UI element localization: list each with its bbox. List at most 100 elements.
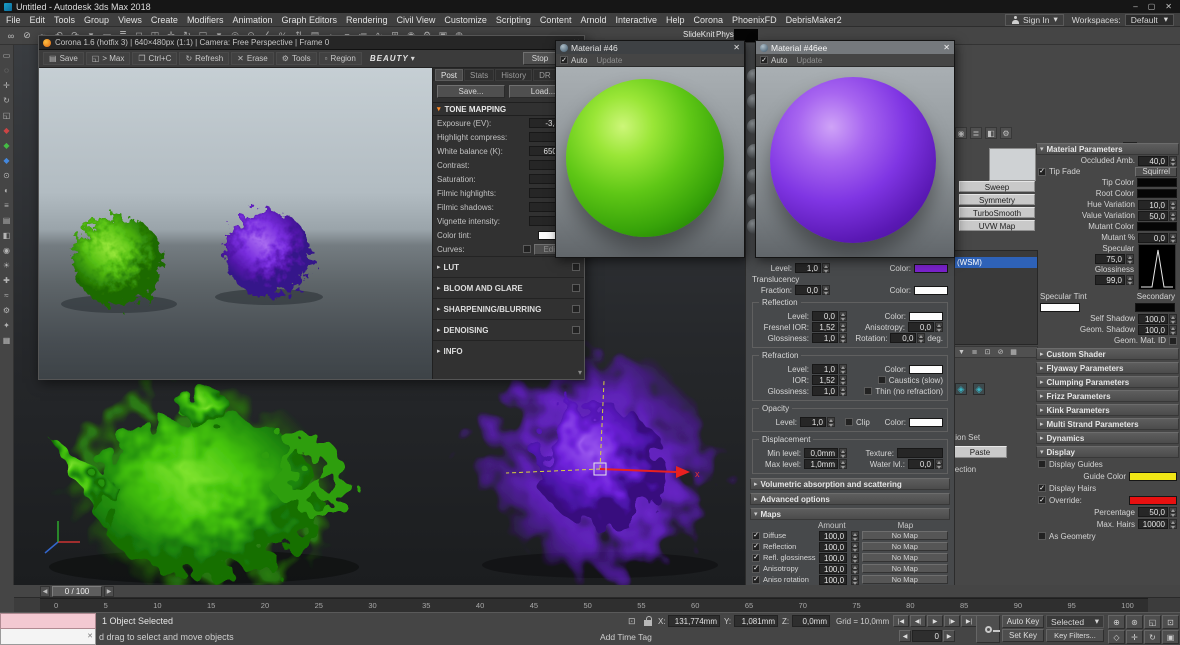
erase-icon[interactable]: ✕Erase [231,52,274,65]
unlink-selection-icon[interactable]: ⊘ [20,29,34,43]
close-icon[interactable] [87,632,93,640]
map-enable-checkbox[interactable] [752,532,760,540]
as-geometry-checkbox[interactable] [1038,532,1046,540]
secondary-swatch[interactable] [1135,303,1175,312]
menu-item[interactable]: Group [84,15,109,25]
min-level-field[interactable]: 0,0mm [804,448,838,458]
vfb-tab[interactable]: History [495,69,532,81]
refr-level-field[interactable]: 1,0 [812,364,838,374]
clip-checkbox[interactable] [845,418,853,426]
map-enable-checkbox[interactable] [752,565,760,573]
left-scale-icon[interactable]: ◱ [1,110,12,121]
zoom-extents-icon[interactable]: ◱ [1144,615,1161,629]
opacity-color-swatch[interactable] [909,418,943,427]
map-amount-field[interactable]: 100,0 [819,531,848,541]
display-guides-checkbox[interactable] [1038,460,1046,468]
next-frame-arrow[interactable]: ▶ [104,586,114,597]
water-level-field[interactable]: 0,0 [908,459,934,469]
rotation-field[interactable]: 0,0 [890,333,916,343]
refl-glossiness-field[interactable]: 1,0 [812,333,838,343]
object-color-box[interactable] [989,148,1036,181]
map-amount-field[interactable]: 100,0 [819,564,848,574]
rollout-header[interactable]: Custom Shader [1036,348,1179,360]
menu-item[interactable]: Graph Editors [281,15,337,25]
time-slider-track[interactable]: ◀ 0 / 100 ▶ [14,585,1180,598]
menu-item[interactable]: File [6,15,21,25]
map-amount-field[interactable]: 100,0 [819,542,848,552]
rollout-display[interactable]: Display [1036,446,1179,458]
glossiness-field[interactable]: 99,0 [1095,275,1125,285]
select-and-link-icon[interactable]: ∞ [4,29,18,43]
left-align-icon[interactable]: ≡ [1,200,12,211]
rollout-maps[interactable]: Maps [750,508,950,520]
map-slot-button[interactable]: No Map [862,575,948,584]
menu-item[interactable]: Customize [444,15,487,25]
menu-item[interactable]: Create [151,15,178,25]
left-select-icon[interactable]: ▭ [1,50,12,61]
paste-button[interactable]: Paste [953,446,1007,458]
left-mirror-icon[interactable]: ◐ [1,185,12,196]
left-utilities-icon[interactable]: ✦ [1,320,12,331]
pin-icon[interactable]: ◉ [955,127,967,139]
menu-item[interactable]: Animation [232,15,272,25]
gear-icon[interactable]: ⚙ [1000,127,1012,139]
vfb-section-header[interactable]: SHARPENING/BLURRING [433,298,584,319]
panel-icon-1[interactable]: ◈ [955,383,967,395]
max-level-field[interactable]: 1,0mm [804,459,838,469]
field-of-view-icon[interactable]: ◇ [1108,630,1125,644]
geom-mat-id-checkbox[interactable] [1169,337,1177,345]
map-amount-field[interactable]: 100,0 [819,553,848,563]
remove-modifier-icon[interactable]: ⊘ [995,347,1006,357]
menu-item[interactable]: Tools [54,15,75,25]
percentage-field[interactable]: 50,0 [1138,507,1168,517]
left-helpers-icon[interactable]: ✚ [1,275,12,286]
set-keys-button[interactable] [976,615,1000,643]
modifier-button[interactable]: Sweep [959,181,1035,192]
close-icon[interactable] [943,43,950,52]
vfb-section-header[interactable]: DENOISING [433,319,584,340]
tip-fade-checkbox[interactable] [1038,168,1046,176]
region-icon[interactable]: ▫Region [319,52,362,65]
rollout-material-parameters[interactable]: Material Parameters [1036,143,1179,155]
fraction-field[interactable]: 0,0 [795,285,821,295]
x-coordinate-field[interactable]: 131,774mm [668,615,720,627]
rollout-header[interactable]: Kink Parameters [1036,404,1179,416]
thin-checkbox[interactable] [864,387,872,395]
maxscript-mini-listener[interactable] [0,613,96,645]
guide-color-swatch[interactable] [1129,472,1177,481]
orbit-icon[interactable]: ↻ [1144,630,1161,644]
send-to-max-icon[interactable]: ◱> Max [86,52,131,65]
update-button[interactable]: Update [596,56,622,65]
menu-item[interactable]: Views [118,15,142,25]
max-hairs-field[interactable]: 10000 [1138,519,1168,529]
make-unique-icon[interactable]: ⊡ [982,347,993,357]
left-lasso-icon[interactable]: ◌ [1,65,12,76]
modifier-button[interactable]: TurboSmooth [959,207,1035,218]
absolute-mode-icon[interactable]: ⊡ [628,616,636,627]
anisotropy-field[interactable]: 0,0 [908,322,934,332]
vfb-tab[interactable]: DR [533,69,557,81]
diffuse-color-swatch[interactable] [914,264,948,273]
zoom-icon[interactable]: ⊕ [1108,615,1125,629]
channel-selector[interactable]: BEAUTY [370,54,409,63]
pan-icon[interactable]: ✛ [1126,630,1143,644]
previous-frame-icon[interactable]: ◀ [899,630,911,642]
key-filters-button[interactable]: Key Filters... [1046,629,1104,642]
left-light-icon[interactable]: ☀ [1,260,12,271]
refr-glossiness-field[interactable]: 1,0 [812,386,838,396]
hue-variation-field[interactable]: 10,0 [1138,200,1168,210]
section-enable-checkbox[interactable] [572,284,580,292]
vfb-titlebar[interactable]: Corona 1.6 (hotfix 3) | 640×480px (1:1) … [39,36,584,50]
modifier-button[interactable]: Symmetry [959,194,1035,205]
self-shadow-field[interactable]: 100,0 [1138,314,1168,324]
play-icon[interactable]: ▶ [927,615,943,627]
track-bar-ruler[interactable]: 0510152025303540455055606570758085909510… [40,598,1148,612]
list-icon[interactable]: ≣ [970,127,982,139]
fresnel-ior-field[interactable]: 1,52 [812,322,838,332]
rollout-header[interactable]: Frizz Parameters [1036,390,1179,402]
left-layers-icon[interactable]: ▤ [1,215,12,226]
minimize-icon[interactable]: – [1133,2,1137,11]
close-icon[interactable] [733,43,740,52]
menu-item[interactable]: Help [666,15,685,25]
rollout-header[interactable]: Multi Strand Parameters [1036,418,1179,430]
